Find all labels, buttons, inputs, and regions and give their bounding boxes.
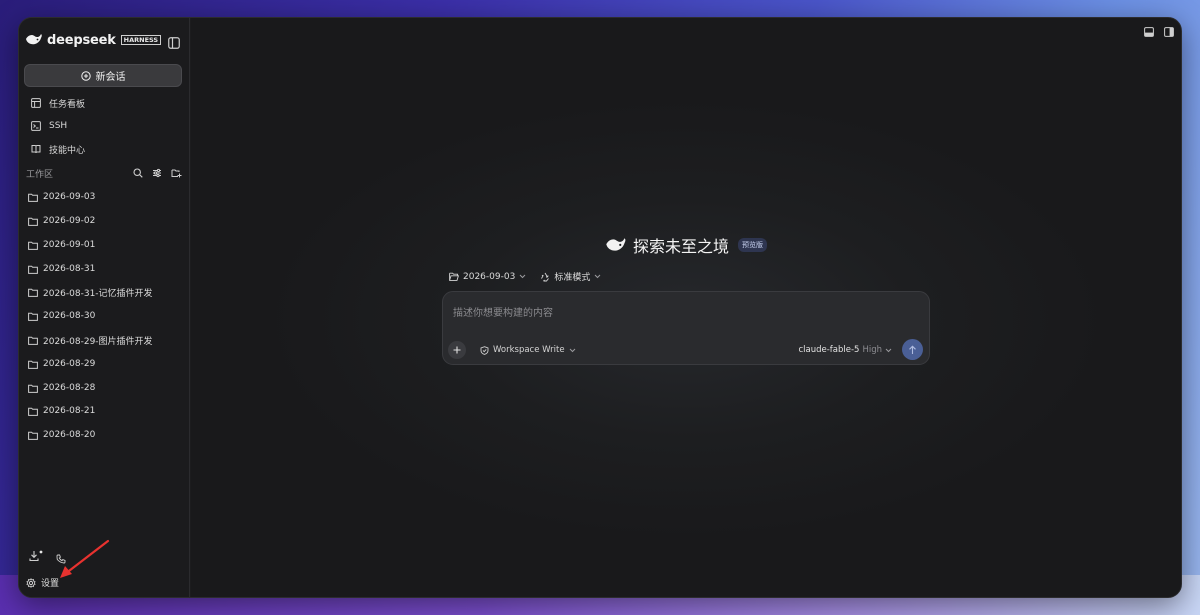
workspace-folder-item[interactable]: 2026-09-01	[28, 238, 95, 252]
recycle-icon	[541, 272, 550, 281]
workspace-folder-item[interactable]: 2026-08-31-记忆插件开发	[28, 285, 153, 299]
sidebar-item-task-board[interactable]: 任务看板	[31, 96, 85, 110]
folder-label: 2026-08-31-记忆插件开发	[43, 288, 153, 299]
folder-label: 2026-08-31	[43, 264, 96, 274]
workspace-folder-item[interactable]: 2026-08-29-图片插件开发	[28, 333, 153, 347]
whale-logo-icon	[606, 237, 626, 251]
arrow-up-icon	[909, 345, 916, 354]
folder-icon	[28, 217, 38, 226]
hero-title: 探索未至之境	[633, 237, 730, 256]
workspace-header: 工作区	[26, 166, 182, 180]
preview-badge: 预览版	[738, 238, 768, 252]
folder-label: 2026-09-03	[43, 192, 96, 202]
folder-label: 2026-08-21	[43, 406, 96, 416]
folder-icon	[28, 288, 38, 297]
chevron-down-icon	[885, 348, 892, 352]
mode-label: 标准模式	[554, 273, 591, 283]
annotation-arrow	[60, 539, 110, 578]
folder-icon	[28, 360, 38, 369]
permission-mode-selector[interactable]: Workspace Write	[480, 345, 576, 355]
panel-right-icon[interactable]	[1164, 22, 1174, 41]
chevron-down-icon	[519, 274, 526, 279]
sidebar-item-label: 技能中心	[49, 145, 86, 156]
selected-folder-label: 2026-09-03	[463, 271, 516, 282]
prompt-input[interactable]: 描述你想要构建的内容	[453, 304, 553, 319]
terminal-icon	[31, 121, 41, 131]
filter-sliders-icon[interactable]	[152, 168, 162, 178]
new-chat-label: 新会话	[95, 72, 126, 83]
sidebar-item-label: SSH	[49, 121, 68, 131]
folder-label: 2026-08-20	[43, 430, 96, 440]
new-chat-button[interactable]: 新会话	[24, 64, 182, 87]
model-selector[interactable]: claude-fable-5 High	[798, 345, 892, 355]
search-icon[interactable]	[133, 168, 143, 178]
book-icon	[31, 145, 41, 154]
mode-selector[interactable]: 标准模式	[540, 270, 601, 283]
sidebar: deepseek HARNESS 新会话 任务看板 SSH 技能中心 工作区 2…	[19, 18, 190, 597]
hero-header: 探索未至之境 预览版	[605, 233, 768, 257]
workspace-folder-item[interactable]: 2026-09-03	[28, 190, 95, 204]
folder-label: 2026-08-29-图片插件开发	[43, 336, 153, 347]
brand-name: deepseek	[47, 32, 116, 48]
folder-label: 2026-08-30	[43, 311, 96, 321]
board-icon	[31, 98, 41, 108]
folder-icon	[28, 241, 38, 250]
whale-logo-icon	[26, 34, 42, 45]
folder-label: 2026-09-02	[43, 216, 96, 226]
prompt-composer: 描述你想要构建的内容 Workspace Write claude-fable-…	[442, 291, 930, 365]
workspace-folder-item[interactable]: 2026-08-28	[28, 381, 95, 395]
context-row: 2026-09-03 标准模式	[449, 270, 601, 283]
workspace-folder-item[interactable]: 2026-08-30	[28, 309, 95, 323]
sidebar-item-label: 任务看板	[49, 99, 86, 110]
folder-icon	[28, 431, 38, 440]
shield-icon	[480, 345, 489, 355]
workspace-folder-item[interactable]: 2026-08-31	[28, 262, 95, 276]
workspace-title: 工作区	[26, 169, 54, 180]
new-folder-icon[interactable]	[171, 168, 182, 178]
chevron-down-icon	[594, 274, 601, 279]
folder-label: 2026-09-01	[43, 240, 96, 250]
permission-mode-label: Workspace Write	[493, 345, 565, 355]
workspace-folder-item[interactable]: 2026-09-02	[28, 214, 95, 228]
attach-button[interactable]	[448, 341, 466, 359]
chevron-down-icon	[569, 348, 575, 352]
brand-logo: deepseek HARNESS	[25, 31, 162, 49]
effort-label: High	[862, 345, 882, 355]
folder-icon	[28, 312, 38, 321]
main-area: 探索未至之境 预览版 2026-09-03 标准模式 描述你想要构建的内容 Wo…	[191, 18, 1181, 597]
sidebar-toggle-icon[interactable]	[168, 34, 180, 49]
model-label: claude-fable-5	[798, 345, 860, 355]
folder-icon	[28, 336, 38, 345]
workspace-folder-item[interactable]: 2026-08-20	[28, 428, 95, 442]
plus-icon	[453, 346, 461, 354]
folder-selector[interactable]: 2026-09-03	[449, 272, 526, 282]
workspace-folder-item[interactable]: 2026-08-21	[28, 404, 95, 418]
brand-badge: HARNESS	[120, 35, 162, 45]
folder-icon	[28, 384, 38, 393]
send-button[interactable]	[902, 339, 923, 360]
folder-icon	[28, 265, 38, 274]
download-icon[interactable]	[29, 547, 43, 566]
panel-bottom-icon[interactable]	[1144, 22, 1154, 41]
plus-circle-icon	[80, 70, 91, 81]
folder-icon	[28, 193, 38, 202]
folder-label: 2026-08-29	[43, 359, 96, 369]
settings-button[interactable]: 设置	[26, 576, 59, 589]
folder-label: 2026-08-28	[43, 383, 96, 393]
workspace-folder-item[interactable]: 2026-08-29	[28, 357, 95, 371]
gear-icon	[26, 577, 36, 588]
sidebar-item-ssh[interactable]: SSH	[31, 119, 67, 133]
sidebar-item-skills[interactable]: 技能中心	[31, 142, 85, 156]
folder-icon	[28, 407, 38, 416]
app-window: deepseek HARNESS 新会话 任务看板 SSH 技能中心 工作区 2…	[18, 17, 1182, 598]
folder-open-icon	[449, 272, 459, 281]
